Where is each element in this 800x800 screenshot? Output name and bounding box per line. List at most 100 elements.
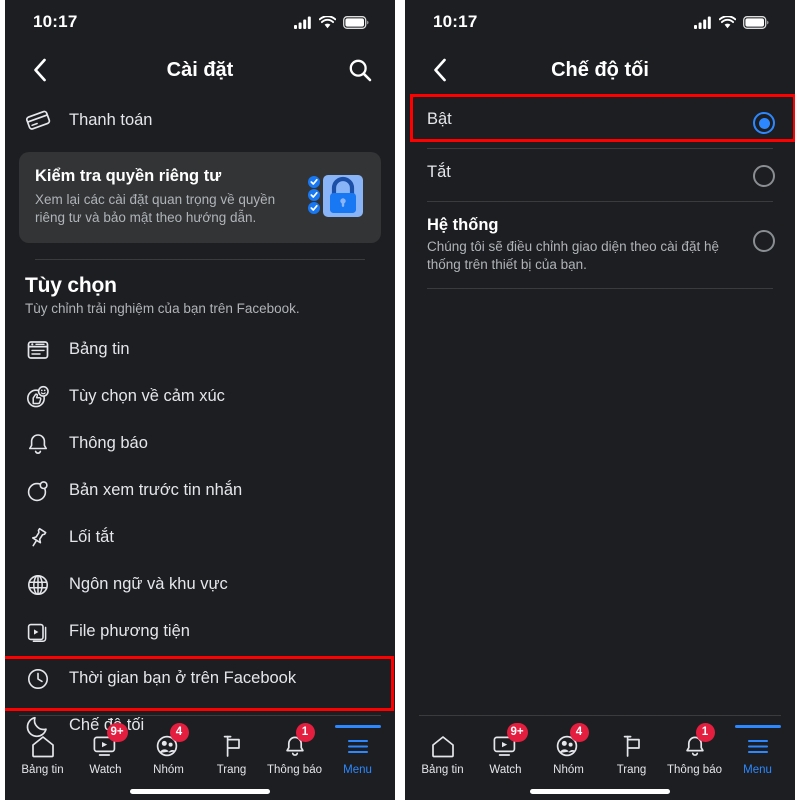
status-bar: 10:17 (405, 0, 795, 44)
preferences-menu-list: Bảng tin Tùy chọn về cảm xúc Thông báo B… (5, 318, 395, 749)
pages-flag-icon (217, 731, 247, 759)
status-time: 10:17 (33, 12, 78, 31)
menu-item-notifications[interactable]: Thông báo (5, 420, 395, 467)
media-file-icon (25, 619, 51, 645)
tab-label: Thông báo (667, 764, 722, 776)
menu-item-label: Lối tắt (69, 528, 114, 547)
tab-label: Bảng tin (421, 764, 464, 776)
status-icons (694, 15, 769, 29)
menu-item-language-region[interactable]: Ngôn ngữ và khu vực (5, 561, 395, 608)
pin-icon (25, 525, 51, 551)
active-tab-indicator (734, 725, 781, 728)
option-on[interactable]: Bật (405, 96, 795, 148)
left-navbar: Cài đặt (5, 44, 395, 96)
home-indicator (405, 782, 795, 800)
tab-notifications[interactable]: 1 Thông báo (663, 723, 726, 778)
radio-on-selected[interactable] (753, 112, 775, 134)
tab-label: Thông báo (267, 764, 322, 776)
option-system[interactable]: Hệ thống Chúng tôi sẽ điều chỉnh giao di… (405, 202, 795, 288)
tab-label: Trang (616, 764, 647, 776)
option-off[interactable]: Tắt (405, 149, 795, 201)
watch-icon: 9+ (91, 723, 128, 759)
privacy-card-text: Kiểm tra quyền riêng tư Xem lại các cài … (35, 167, 297, 227)
option-system-text: Hệ thống Chúng tôi sẽ điều chỉnh giao di… (427, 216, 753, 274)
badge-watch: 9+ (106, 723, 128, 742)
home-indicator (5, 782, 395, 800)
menu-item-news-feed[interactable]: Bảng tin (5, 326, 395, 373)
menu-item-label: Thời gian bạn ở trên Facebook (69, 669, 297, 688)
badge-groups: 4 (569, 723, 589, 742)
page-title: Cài đặt (166, 58, 234, 81)
tab-notifications[interactable]: 1 Thông báo (263, 723, 326, 778)
tab-label: Nhóm (553, 764, 584, 776)
privacy-card-title: Kiểm tra quyền riêng tư (35, 167, 222, 185)
message-preview-icon (25, 478, 51, 504)
radio-off[interactable] (753, 165, 775, 187)
option-title: Tắt (427, 163, 451, 181)
screenshot-comparison: 10:17 Cài đặt Thanh toán Kiểm tra quyền … (0, 0, 800, 800)
section-subtitle: Tùy chỉnh trải nghiệm của bạn trên Faceb… (25, 301, 300, 317)
chevron-left-icon (34, 58, 46, 82)
tab-menu[interactable]: Menu (726, 725, 789, 778)
home-icon (428, 731, 458, 759)
tab-label: Menu (743, 764, 772, 776)
menu-item-message-preview[interactable]: Bản xem trước tin nhắn (5, 467, 395, 514)
back-button[interactable] (427, 57, 453, 83)
back-button[interactable] (27, 57, 53, 83)
tab-pages[interactable]: Trang (600, 731, 663, 778)
menu-item-label: Tùy chọn về cảm xúc (69, 387, 225, 406)
tab-pages[interactable]: Trang (200, 731, 263, 778)
tab-label: Menu (343, 764, 372, 776)
tab-menu[interactable]: Menu (326, 725, 389, 778)
tab-news-feed[interactable]: Bảng tin (11, 731, 74, 778)
option-divider (427, 288, 773, 290)
wifi-icon (719, 15, 736, 28)
bell-icon: 1 (280, 723, 315, 759)
menu-item-label: Thông báo (69, 434, 148, 453)
hamburger-menu-icon (343, 731, 373, 759)
badge-notifications: 1 (695, 723, 715, 742)
tab-watch[interactable]: 9+ Watch (474, 723, 537, 778)
menu-item-media-files[interactable]: File phương tiện (5, 608, 395, 655)
dark-mode-options-list: Bật Tắt Hệ thống Chúng tôi sẽ điều chỉnh… (405, 96, 795, 290)
wifi-icon (319, 15, 336, 28)
search-icon (349, 59, 372, 82)
status-bar: 10:17 (5, 0, 395, 44)
bell-icon: 1 (680, 723, 715, 759)
battery-icon (343, 15, 369, 29)
tab-label: Watch (489, 764, 522, 776)
globe-icon (25, 572, 51, 598)
cellular-signal-icon (294, 16, 311, 29)
tab-watch[interactable]: 9+ Watch (74, 723, 137, 778)
menu-item-label: Bản xem trước tin nhắn (69, 481, 243, 500)
menu-item-time-on-facebook[interactable]: Thời gian bạn ở trên Facebook (5, 655, 395, 702)
tab-label: Nhóm (153, 764, 184, 776)
groups-icon: 4 (554, 723, 589, 759)
cellular-signal-icon (694, 16, 711, 29)
status-icons (294, 15, 369, 29)
bell-icon (25, 431, 51, 457)
clock-icon (25, 666, 51, 692)
tab-bar: Bảng tin 9+ Watch 4 Nhóm Trang 1 Thông b… (5, 716, 395, 782)
tab-groups[interactable]: 4 Nhóm (537, 723, 600, 778)
search-button[interactable] (347, 57, 373, 83)
left-bottom-tab-bar: Bảng tin 9+ Watch 4 Nhóm Trang 1 Thông b… (5, 715, 395, 800)
tab-news-feed[interactable]: Bảng tin (411, 731, 474, 778)
credit-card-icon (25, 107, 51, 133)
privacy-checkup-card-wrap: Kiểm tra quyền riêng tư Xem lại các cài … (5, 144, 395, 261)
battery-icon (743, 15, 769, 29)
privacy-checkup-card[interactable]: Kiểm tra quyền riêng tư Xem lại các cài … (19, 152, 381, 244)
menu-item-shortcuts[interactable]: Lối tắt (5, 514, 395, 561)
tab-groups[interactable]: 4 Nhóm (137, 723, 200, 778)
left-phone-screen-settings: 10:17 Cài đặt Thanh toán Kiểm tra quyền … (5, 0, 395, 800)
section-title: Tùy chọn (25, 274, 117, 298)
settings-row-payment[interactable]: Thanh toán (5, 96, 395, 144)
menu-item-reactions[interactable]: Tùy chọn về cảm xúc (5, 373, 395, 420)
settings-row-label: Thanh toán (69, 110, 153, 129)
active-tab-indicator (334, 725, 381, 728)
radio-system[interactable] (753, 230, 775, 252)
tab-label: Trang (216, 764, 247, 776)
option-subtitle: Chúng tôi sẽ điều chỉnh giao diện theo c… (427, 239, 719, 273)
menu-item-label: Bảng tin (69, 340, 130, 359)
reactions-icon (25, 384, 51, 410)
